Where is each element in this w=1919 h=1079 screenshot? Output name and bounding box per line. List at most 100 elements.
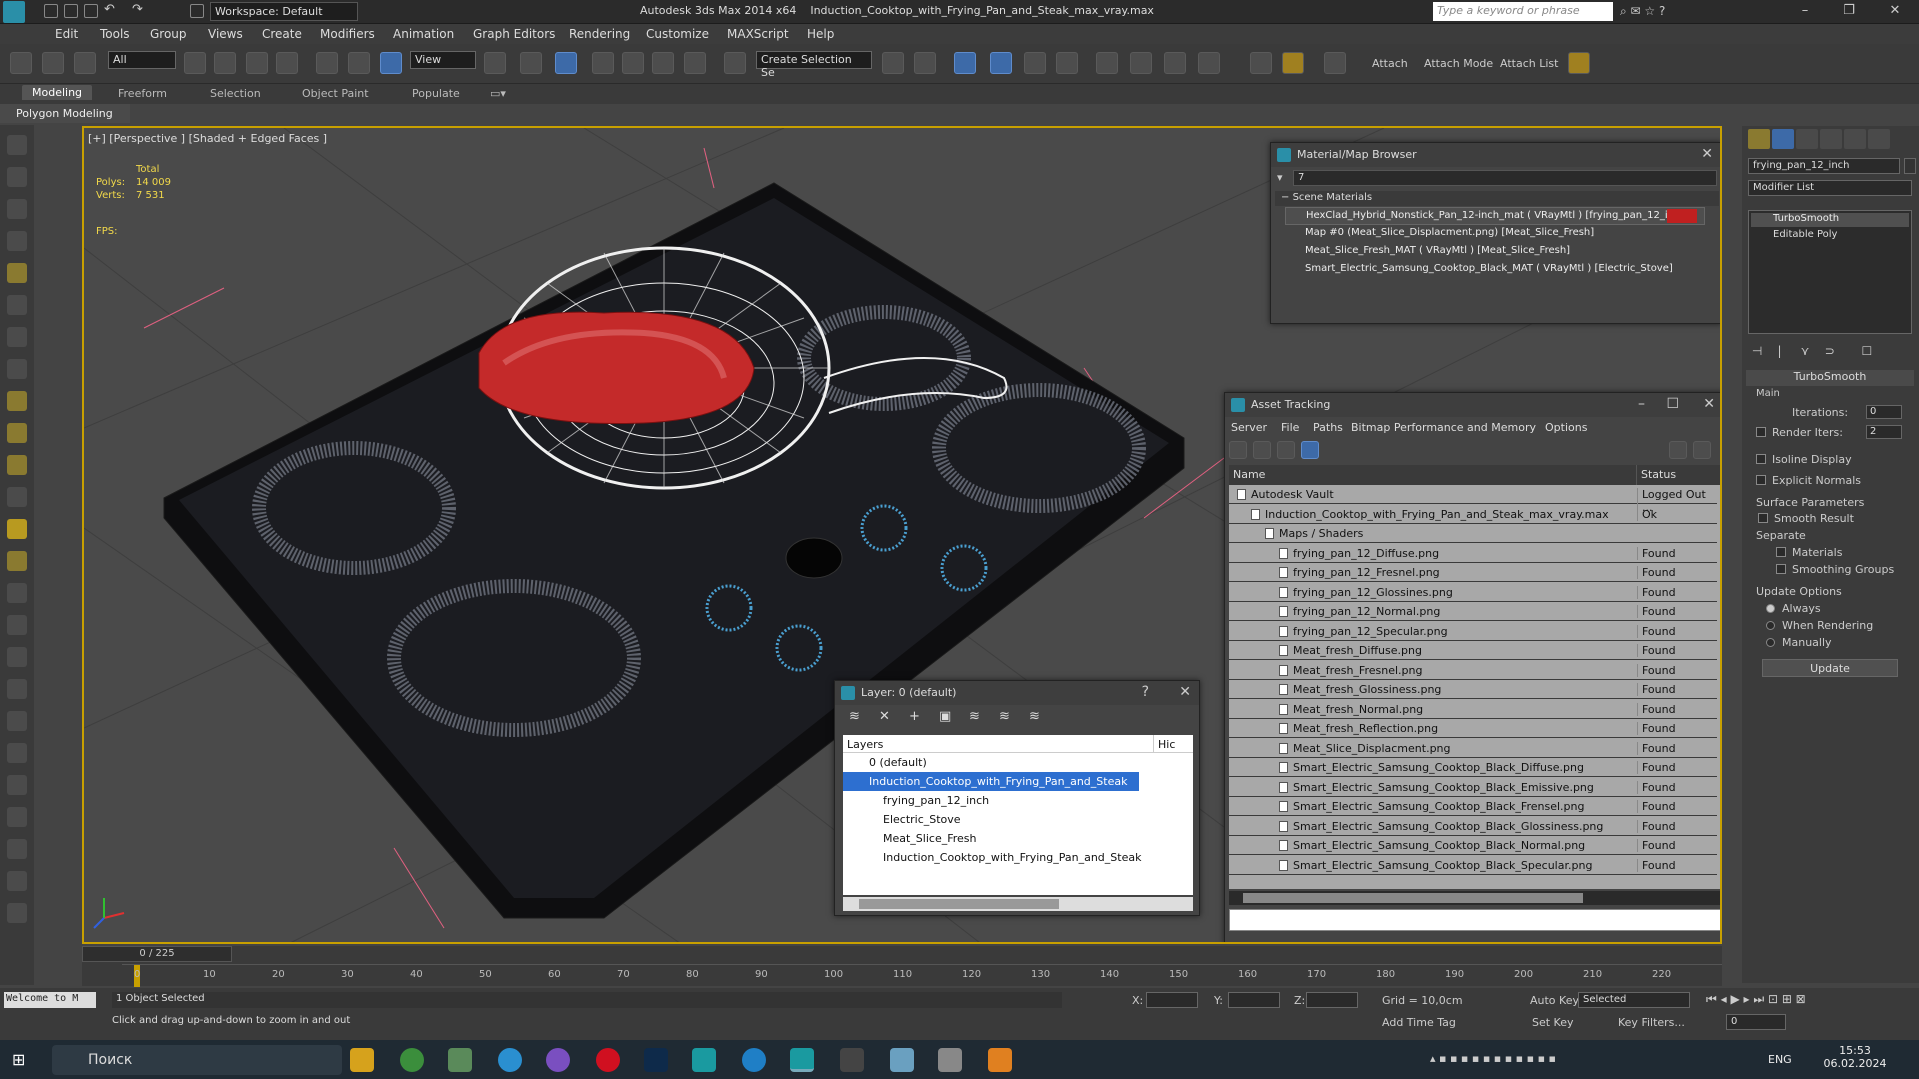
layer-hscroll-thumb[interactable] — [859, 899, 1059, 909]
system-tray-icons[interactable]: ▴ ▪ ▪ ▪ ▪ ▪ ▪ ▪ ▪ ▪ ▪ ▪ — [1430, 1052, 1750, 1068]
minimize-button[interactable]: – — [1790, 3, 1820, 18]
angle-snap-icon[interactable] — [622, 52, 644, 74]
asset-menu-bitmap[interactable]: Bitmap Performance and Memory — [1351, 421, 1536, 434]
y-coord-field[interactable] — [1228, 992, 1280, 1008]
asset-row[interactable]: frying_pan_12_Glossines.png Found — [1229, 583, 1717, 602]
undo-icon[interactable]: ↶ — [104, 2, 118, 17]
tool-icon-7[interactable] — [7, 327, 27, 347]
timeline[interactable]: 0 / 225 0 10 20 30 40 50 60 70 80 90 100 110 120 130 1… — [82, 946, 1722, 987]
material-item-cooktop[interactable]: Smart_Electric_Samsung_Cooktop_Black_MAT… — [1285, 261, 1705, 279]
layer-help-icon[interactable]: ? — [1142, 684, 1149, 700]
file-explorer-icon[interactable] — [350, 1048, 374, 1072]
select-by-name-icon[interactable] — [214, 52, 236, 74]
tool-icon-9[interactable] — [7, 391, 27, 411]
asset-row[interactable]: Meat_fresh_Fresnel.png Found — [1229, 661, 1717, 680]
help-icon[interactable] — [1669, 441, 1687, 459]
tab-modeling[interactable]: Modeling — [22, 85, 93, 100]
menu-modifiers[interactable]: Modifiers — [320, 27, 375, 41]
app-icon-12[interactable] — [890, 1048, 914, 1072]
when-rendering-radio[interactable] — [1766, 621, 1775, 630]
select-manipulate-icon[interactable] — [520, 52, 542, 74]
tool-icon-13[interactable] — [7, 519, 27, 539]
add-time-tag[interactable]: Add Time Tag — [1382, 1016, 1456, 1029]
create-tab-icon[interactable] — [1748, 129, 1770, 149]
x-coord-field[interactable] — [1146, 992, 1198, 1008]
render-setup-icon[interactable] — [1130, 52, 1152, 74]
asset-menu-server[interactable]: Server — [1231, 421, 1267, 434]
edit-named-selection-icon[interactable] — [724, 52, 746, 74]
layer-freeze-icon[interactable]: ≋ — [1029, 709, 1040, 724]
asset-row[interactable]: frying_pan_12_Normal.png Found — [1229, 602, 1717, 621]
unlink-icon[interactable] — [42, 52, 64, 74]
layer-delete-icon[interactable]: ✕ — [879, 709, 890, 724]
asset-row[interactable]: Smart_Electric_Samsung_Cooktop_Black_Glo… — [1229, 817, 1717, 836]
layer-col-hide[interactable]: Hic — [1153, 735, 1193, 753]
chrome-icon[interactable] — [400, 1048, 424, 1072]
tool-icon-14[interactable] — [7, 551, 27, 571]
snap-toggle-icon[interactable] — [592, 52, 614, 74]
tool-icon-4[interactable] — [7, 231, 27, 251]
menu-animation[interactable]: Animation — [393, 27, 454, 41]
vray-icon[interactable] — [1250, 52, 1272, 74]
tool-icon-20[interactable] — [7, 743, 27, 763]
asset-row[interactable]: Smart_Electric_Samsung_Cooktop_Black_Dif… — [1229, 758, 1717, 777]
stack-controls[interactable]: ⊣ | ⋎ ⊃ ☐ — [1748, 344, 1912, 362]
link-icon[interactable] — [10, 52, 32, 74]
window-crossing-icon[interactable] — [276, 52, 298, 74]
layer-row[interactable]: Electric_Stove — [843, 810, 1193, 829]
restore-button[interactable]: ❐ — [1834, 3, 1864, 18]
photoshop-icon[interactable] — [644, 1048, 668, 1072]
motion-tab-icon[interactable] — [1820, 129, 1842, 149]
modifier-list-dropdown[interactable]: Modifier List — [1748, 180, 1912, 196]
layer-new-icon[interactable]: ≋ — [849, 709, 860, 724]
telegram-icon[interactable] — [498, 1048, 522, 1072]
app-icon-14[interactable] — [988, 1048, 1012, 1072]
layer-highlight-icon[interactable]: ≋ — [969, 709, 980, 724]
menu-group[interactable]: Group — [150, 27, 187, 41]
asset-row[interactable]: Smart_Electric_Samsung_Cooktop_Black_Fre… — [1229, 797, 1717, 816]
search-input[interactable]: Type a keyword or phrase — [1433, 2, 1613, 21]
layer-row[interactable]: Induction_Cooktop_with_Frying_Pan_and_St… — [843, 848, 1193, 867]
select-object-icon[interactable] — [184, 52, 206, 74]
tab-selection[interactable]: Selection — [210, 87, 261, 100]
tool-icon-18[interactable] — [7, 679, 27, 699]
material-item-displacement-map[interactable]: Map #0 (Meat_Slice_Displacment.png) [Mea… — [1285, 225, 1705, 243]
update-button[interactable]: Update — [1762, 659, 1898, 677]
current-frame-field[interactable]: 0 — [1726, 1014, 1786, 1030]
selection-filter-dropdown[interactable]: All — [108, 51, 176, 69]
layer-hide-icon[interactable]: ≋ — [999, 709, 1010, 724]
menu-customize[interactable]: Customize — [646, 27, 709, 41]
explicit-normals-checkbox[interactable] — [1756, 475, 1766, 485]
render-iters-spinner[interactable]: 2 — [1866, 425, 1902, 439]
tool-icon-23[interactable] — [7, 839, 27, 859]
layer-row[interactable]: 0 (default) — [843, 753, 1193, 772]
asset-row[interactable]: Smart_Electric_Samsung_Cooktop_Black_Spe… — [1229, 856, 1717, 875]
scene-materials-header[interactable]: − Scene Materials — [1275, 191, 1719, 206]
menu-maxscript[interactable]: MAXScript — [727, 27, 789, 41]
rendered-frame-icon[interactable] — [1164, 52, 1186, 74]
tool-icon-21[interactable] — [7, 775, 27, 795]
polygon-modeling-panel[interactable]: Polygon Modeling — [0, 104, 130, 123]
material-editor-icon[interactable] — [1096, 52, 1118, 74]
asset-close-icon[interactable]: ✕ — [1703, 396, 1715, 412]
3dsmax-active-icon[interactable] — [790, 1048, 814, 1072]
ribbon-toggle-icon[interactable] — [990, 52, 1012, 74]
tool-icon-16[interactable] — [7, 615, 27, 635]
opera-icon[interactable] — [596, 1048, 620, 1072]
layer-select-icon[interactable]: ▣ — [939, 709, 951, 724]
asset-row[interactable]: frying_pan_12_Diffuse.png Found — [1229, 544, 1717, 563]
curve-editor-icon[interactable] — [1024, 52, 1046, 74]
iterations-spinner[interactable]: 0 — [1866, 405, 1902, 419]
asset-menu-file[interactable]: File — [1281, 421, 1299, 434]
layer-row[interactable]: Induction_Cooktop_with_Frying_Pan_and_St… — [843, 772, 1139, 791]
asset-row[interactable]: Meat_Slice_Displacment.png Found — [1229, 739, 1717, 758]
asset-path-field[interactable] — [1229, 909, 1720, 931]
scale-icon[interactable] — [380, 52, 402, 74]
layer-col-layers[interactable]: Layers — [843, 735, 1153, 753]
help-tools-icons[interactable]: ⌕ ✉ ☆ ? — [1620, 4, 1665, 19]
tab-freeform[interactable]: Freeform — [118, 87, 167, 100]
thumbnail-view-icon[interactable] — [1277, 441, 1295, 459]
manually-radio[interactable] — [1766, 638, 1775, 647]
display-tab-icon[interactable] — [1844, 129, 1866, 149]
asset-row[interactable]: Induction_Cooktop_with_Frying_Pan_and_St… — [1229, 505, 1717, 524]
